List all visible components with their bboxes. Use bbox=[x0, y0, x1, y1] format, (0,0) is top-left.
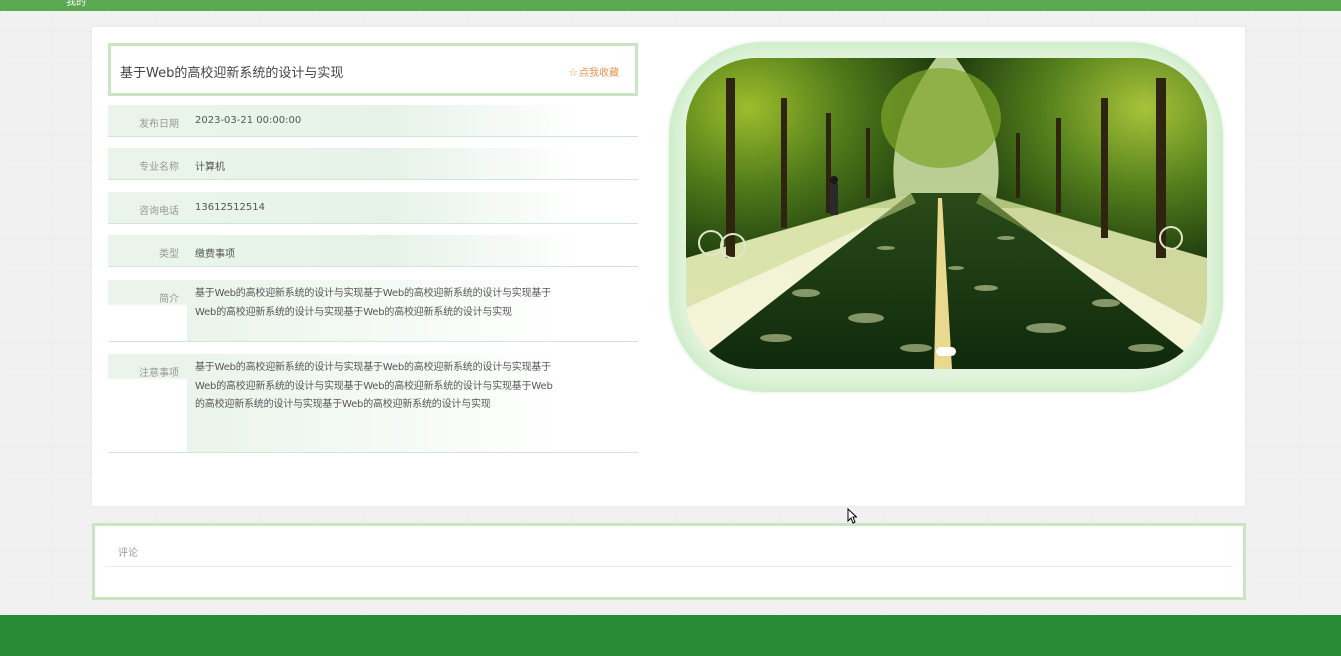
field-row-intro: 简介 基于Web的高校迎新系统的设计与实现基于Web的高校迎新系统的设计与实现基… bbox=[108, 280, 638, 342]
favorite-button[interactable]: ☆点我收藏 bbox=[568, 64, 619, 79]
top-nav-bar: 我的 bbox=[0, 0, 1341, 11]
carousel-image[interactable] bbox=[686, 58, 1207, 369]
comment-section: 评论 bbox=[92, 523, 1246, 600]
field-label: 发布日期 bbox=[139, 119, 179, 130]
comment-title: 评论 bbox=[118, 548, 138, 559]
field-value: 13612512514 bbox=[195, 202, 265, 213]
field-value: 计算机 bbox=[195, 162, 225, 173]
field-row-phone: 咨询电话 13612512514 bbox=[108, 192, 638, 224]
field-label: 专业名称 bbox=[139, 162, 179, 173]
field-value: 基于Web的高校迎新系统的设计与实现基于Web的高校迎新系统的设计与实现基于We… bbox=[195, 362, 553, 410]
field-label: 简介 bbox=[159, 294, 179, 305]
star-outline-icon: ☆ bbox=[568, 66, 578, 79]
mouse-cursor-icon bbox=[847, 507, 858, 528]
field-label: 注意事项 bbox=[139, 368, 179, 379]
carousel-indicator-dot[interactable] bbox=[936, 347, 956, 356]
field-row-notes: 注意事项 基于Web的高校迎新系统的设计与实现基于Web的高校迎新系统的设计与实… bbox=[108, 354, 638, 453]
detail-title-box: 基于Web的高校迎新系统的设计与实现 ☆点我收藏 bbox=[108, 43, 638, 96]
divider bbox=[105, 566, 1233, 567]
field-value: 2023-03-21 00:00:00 bbox=[195, 115, 302, 126]
field-value: 缴费事项 bbox=[195, 249, 235, 260]
footer-bar bbox=[0, 615, 1341, 656]
field-label: 类型 bbox=[159, 249, 179, 260]
field-row-type: 类型 缴费事项 bbox=[108, 235, 638, 267]
favorite-label: 点我收藏 bbox=[579, 68, 619, 79]
campus-road-photo bbox=[686, 58, 1207, 369]
field-label: 咨询电话 bbox=[139, 206, 179, 217]
detail-title: 基于Web的高校迎新系统的设计与实现 bbox=[120, 66, 344, 81]
top-nav-text[interactable]: 我的 bbox=[66, 0, 86, 8]
field-row-publish-date: 发布日期 2023-03-21 00:00:00 bbox=[108, 105, 638, 137]
field-row-major: 专业名称 计算机 bbox=[108, 148, 638, 180]
field-value: 基于Web的高校迎新系统的设计与实现基于Web的高校迎新系统的设计与实现基于We… bbox=[195, 288, 552, 318]
